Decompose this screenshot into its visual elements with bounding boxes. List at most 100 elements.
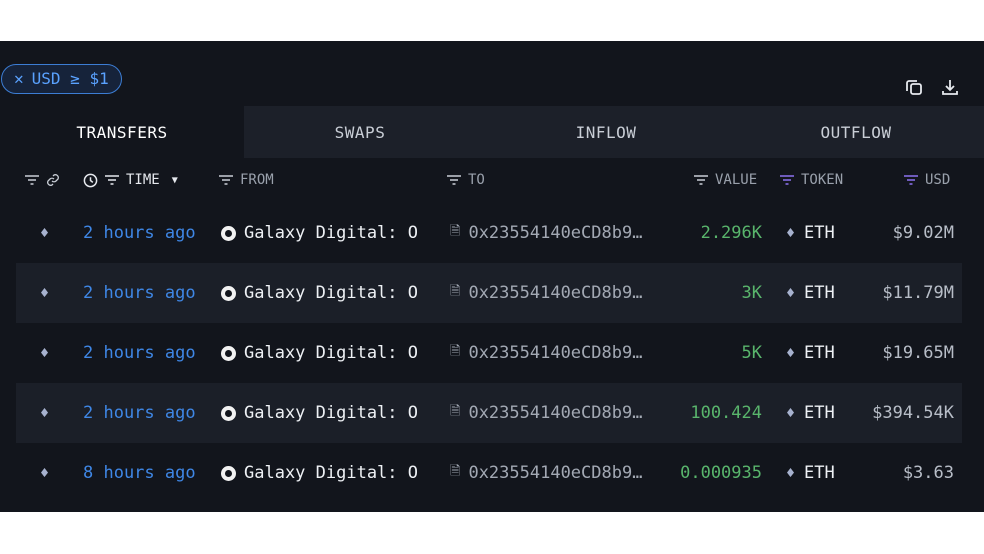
caret-down-icon[interactable]: ▼ <box>172 175 178 186</box>
eth-icon: ♦ <box>786 344 796 362</box>
to-label: 0x23554140eCD8b9… <box>468 403 643 423</box>
header-value[interactable]: VALUE <box>693 158 757 202</box>
to-address[interactable]: 🗎 0x23554140eCD8b9… <box>450 323 642 383</box>
header-from[interactable]: FROM <box>218 158 274 202</box>
header-usd-label: USD <box>925 172 951 188</box>
eth-icon: ♦ <box>786 224 796 242</box>
tab-outflow[interactable]: OUTFLOW <box>736 106 976 158</box>
eth-icon: ♦ <box>786 404 796 422</box>
to-address[interactable]: 🗎 0x23554140eCD8b9… <box>450 383 642 443</box>
tab-bar: TRANSFERS SWAPS INFLOW OUTFLOW <box>0 106 984 158</box>
to-label: 0x23554140eCD8b9… <box>468 463 643 483</box>
from-label: Galaxy Digital: O <box>244 283 418 303</box>
to-address[interactable]: 🗎 0x23554140eCD8b9… <box>450 203 642 263</box>
link-icon[interactable] <box>46 173 60 187</box>
usd-amount: $19.65M <box>882 343 954 363</box>
usd-amount: $394.54K <box>872 403 954 423</box>
entity-icon <box>221 465 236 481</box>
token-label: ETH <box>804 463 835 483</box>
value-amount: 0.000935 <box>680 463 762 483</box>
table-row[interactable]: ♦ 2 hours ago Galaxy Digital: O 🗎 0x23554… <box>16 203 962 263</box>
table-row[interactable]: ♦ 2 hours ago Galaxy Digital: O 🗎 0x23554… <box>16 323 962 383</box>
token-cell[interactable]: ♦ ETH <box>786 263 835 323</box>
header-token[interactable]: TOKEN <box>779 158 843 202</box>
document-icon: 🗎 <box>450 284 461 299</box>
entity-icon <box>221 225 236 241</box>
from-label: Galaxy Digital: O <box>244 223 418 243</box>
from-label: Galaxy Digital: O <box>244 463 418 483</box>
entity-icon <box>221 345 236 361</box>
eth-icon: ♦ <box>40 404 50 422</box>
usd-amount: $9.02M <box>892 223 954 243</box>
header-filter-link[interactable] <box>24 158 60 202</box>
close-icon[interactable]: ✕ <box>14 64 24 94</box>
usd-filter-chip[interactable]: ✕ USD ≥ $1 <box>1 64 122 94</box>
transfers-panel: ✕ USD ≥ $1 TRANSFERS SWAPS INFLOW OUTFLO… <box>0 41 984 512</box>
filter-icon[interactable] <box>104 174 120 186</box>
to-address[interactable]: 🗎 0x23554140eCD8b9… <box>450 263 642 323</box>
document-icon: 🗎 <box>450 224 461 239</box>
header-to-label: TO <box>468 172 485 188</box>
filter-icon[interactable] <box>779 174 795 186</box>
from-label: Galaxy Digital: O <box>244 403 418 423</box>
download-icon[interactable] <box>940 77 960 97</box>
time-link[interactable]: 2 hours ago <box>83 203 196 263</box>
from-address[interactable]: Galaxy Digital: O <box>221 203 418 263</box>
token-cell[interactable]: ♦ ETH <box>786 323 835 383</box>
filter-icon[interactable] <box>446 174 462 186</box>
filter-icon[interactable] <box>218 174 234 186</box>
filter-chip-label: USD ≥ $1 <box>31 69 109 88</box>
usd-amount: $3.63 <box>902 463 954 483</box>
document-icon: 🗎 <box>450 344 461 359</box>
tab-transfers[interactable]: TRANSFERS <box>0 106 244 158</box>
table-row[interactable]: ♦ 8 hours ago Galaxy Digital: O 🗎 0x23554… <box>16 443 962 503</box>
token-cell[interactable]: ♦ ETH <box>786 203 835 263</box>
eth-icon: ♦ <box>40 224 50 242</box>
value-amount: 5K <box>741 343 762 363</box>
clock-icon <box>83 173 98 187</box>
token-label: ETH <box>804 343 835 363</box>
to-label: 0x23554140eCD8b9… <box>468 223 643 243</box>
value-amount: 100.424 <box>690 403 762 423</box>
header-time[interactable]: TIME ▼ <box>83 158 178 202</box>
filter-icon[interactable] <box>693 174 709 186</box>
to-label: 0x23554140eCD8b9… <box>468 283 643 303</box>
time-link[interactable]: 8 hours ago <box>83 443 196 503</box>
copy-icon[interactable] <box>904 77 924 97</box>
from-address[interactable]: Galaxy Digital: O <box>221 383 418 443</box>
value-amount: 3K <box>741 283 762 303</box>
document-icon: 🗎 <box>450 464 461 479</box>
tab-inflow[interactable]: INFLOW <box>476 106 736 158</box>
filter-icon[interactable] <box>24 174 40 186</box>
document-icon: 🗎 <box>450 404 461 419</box>
eth-icon: ♦ <box>40 464 50 482</box>
panel-actions <box>904 77 960 97</box>
table-row[interactable]: ♦ 2 hours ago Galaxy Digital: O 🗎 0x23554… <box>16 383 962 443</box>
time-link[interactable]: 2 hours ago <box>83 383 196 443</box>
token-cell[interactable]: ♦ ETH <box>786 443 835 503</box>
from-address[interactable]: Galaxy Digital: O <box>221 263 418 323</box>
token-label: ETH <box>804 283 835 303</box>
header-to[interactable]: TO <box>446 158 485 202</box>
entity-icon <box>221 405 236 421</box>
filter-icon[interactable] <box>903 174 919 186</box>
time-link[interactable]: 2 hours ago <box>83 263 196 323</box>
time-link[interactable]: 2 hours ago <box>83 323 196 383</box>
from-label: Galaxy Digital: O <box>244 343 418 363</box>
entity-icon <box>221 285 236 301</box>
from-address[interactable]: Galaxy Digital: O <box>221 443 418 503</box>
header-time-label: TIME <box>126 172 160 188</box>
eth-icon: ♦ <box>786 284 796 302</box>
eth-icon: ♦ <box>786 464 796 482</box>
token-cell[interactable]: ♦ ETH <box>786 383 835 443</box>
header-from-label: FROM <box>240 172 274 188</box>
header-usd[interactable]: USD <box>903 158 950 202</box>
to-address[interactable]: 🗎 0x23554140eCD8b9… <box>450 443 642 503</box>
from-address[interactable]: Galaxy Digital: O <box>221 323 418 383</box>
table-row[interactable]: ♦ 2 hours ago Galaxy Digital: O 🗎 0x23554… <box>16 263 962 323</box>
table-header: TIME ▼ FROM TO VALUE TOKEN USD <box>0 158 984 202</box>
header-value-label: VALUE <box>715 172 758 188</box>
usd-amount: $11.79M <box>882 283 954 303</box>
tab-swaps[interactable]: SWAPS <box>244 106 476 158</box>
value-amount: 2.296K <box>700 223 762 243</box>
